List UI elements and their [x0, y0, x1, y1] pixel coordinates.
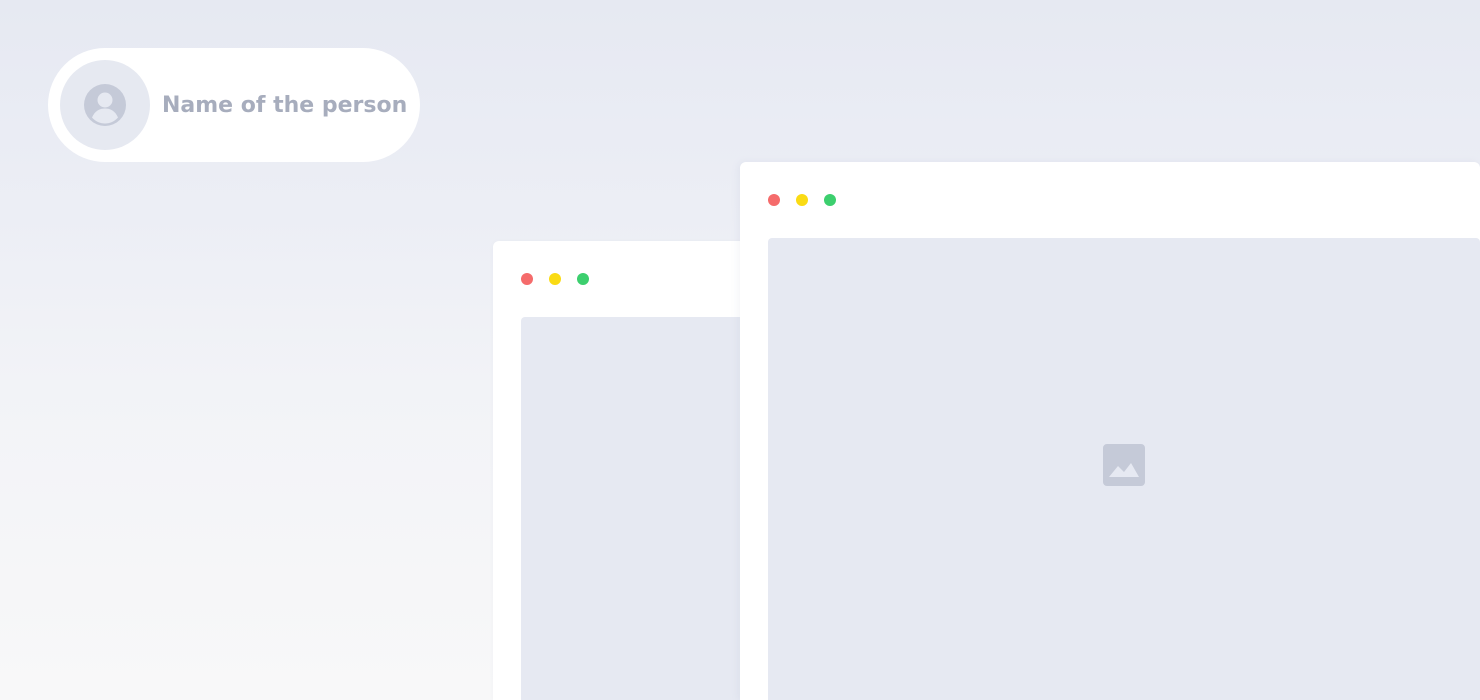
maximize-dot[interactable] — [824, 194, 836, 206]
person-card: Name of the person — [48, 48, 420, 162]
minimize-dot[interactable] — [796, 194, 808, 206]
avatar — [60, 60, 150, 150]
minimize-dot[interactable] — [549, 273, 561, 285]
person-name: Name of the person — [162, 92, 408, 118]
browser-window-front — [740, 162, 1480, 700]
window-controls — [768, 194, 836, 206]
content-placeholder — [768, 238, 1480, 700]
user-circle-icon — [84, 84, 126, 126]
maximize-dot[interactable] — [577, 273, 589, 285]
close-dot[interactable] — [768, 194, 780, 206]
image-icon — [1103, 444, 1145, 486]
close-dot[interactable] — [521, 273, 533, 285]
window-controls — [521, 273, 589, 285]
